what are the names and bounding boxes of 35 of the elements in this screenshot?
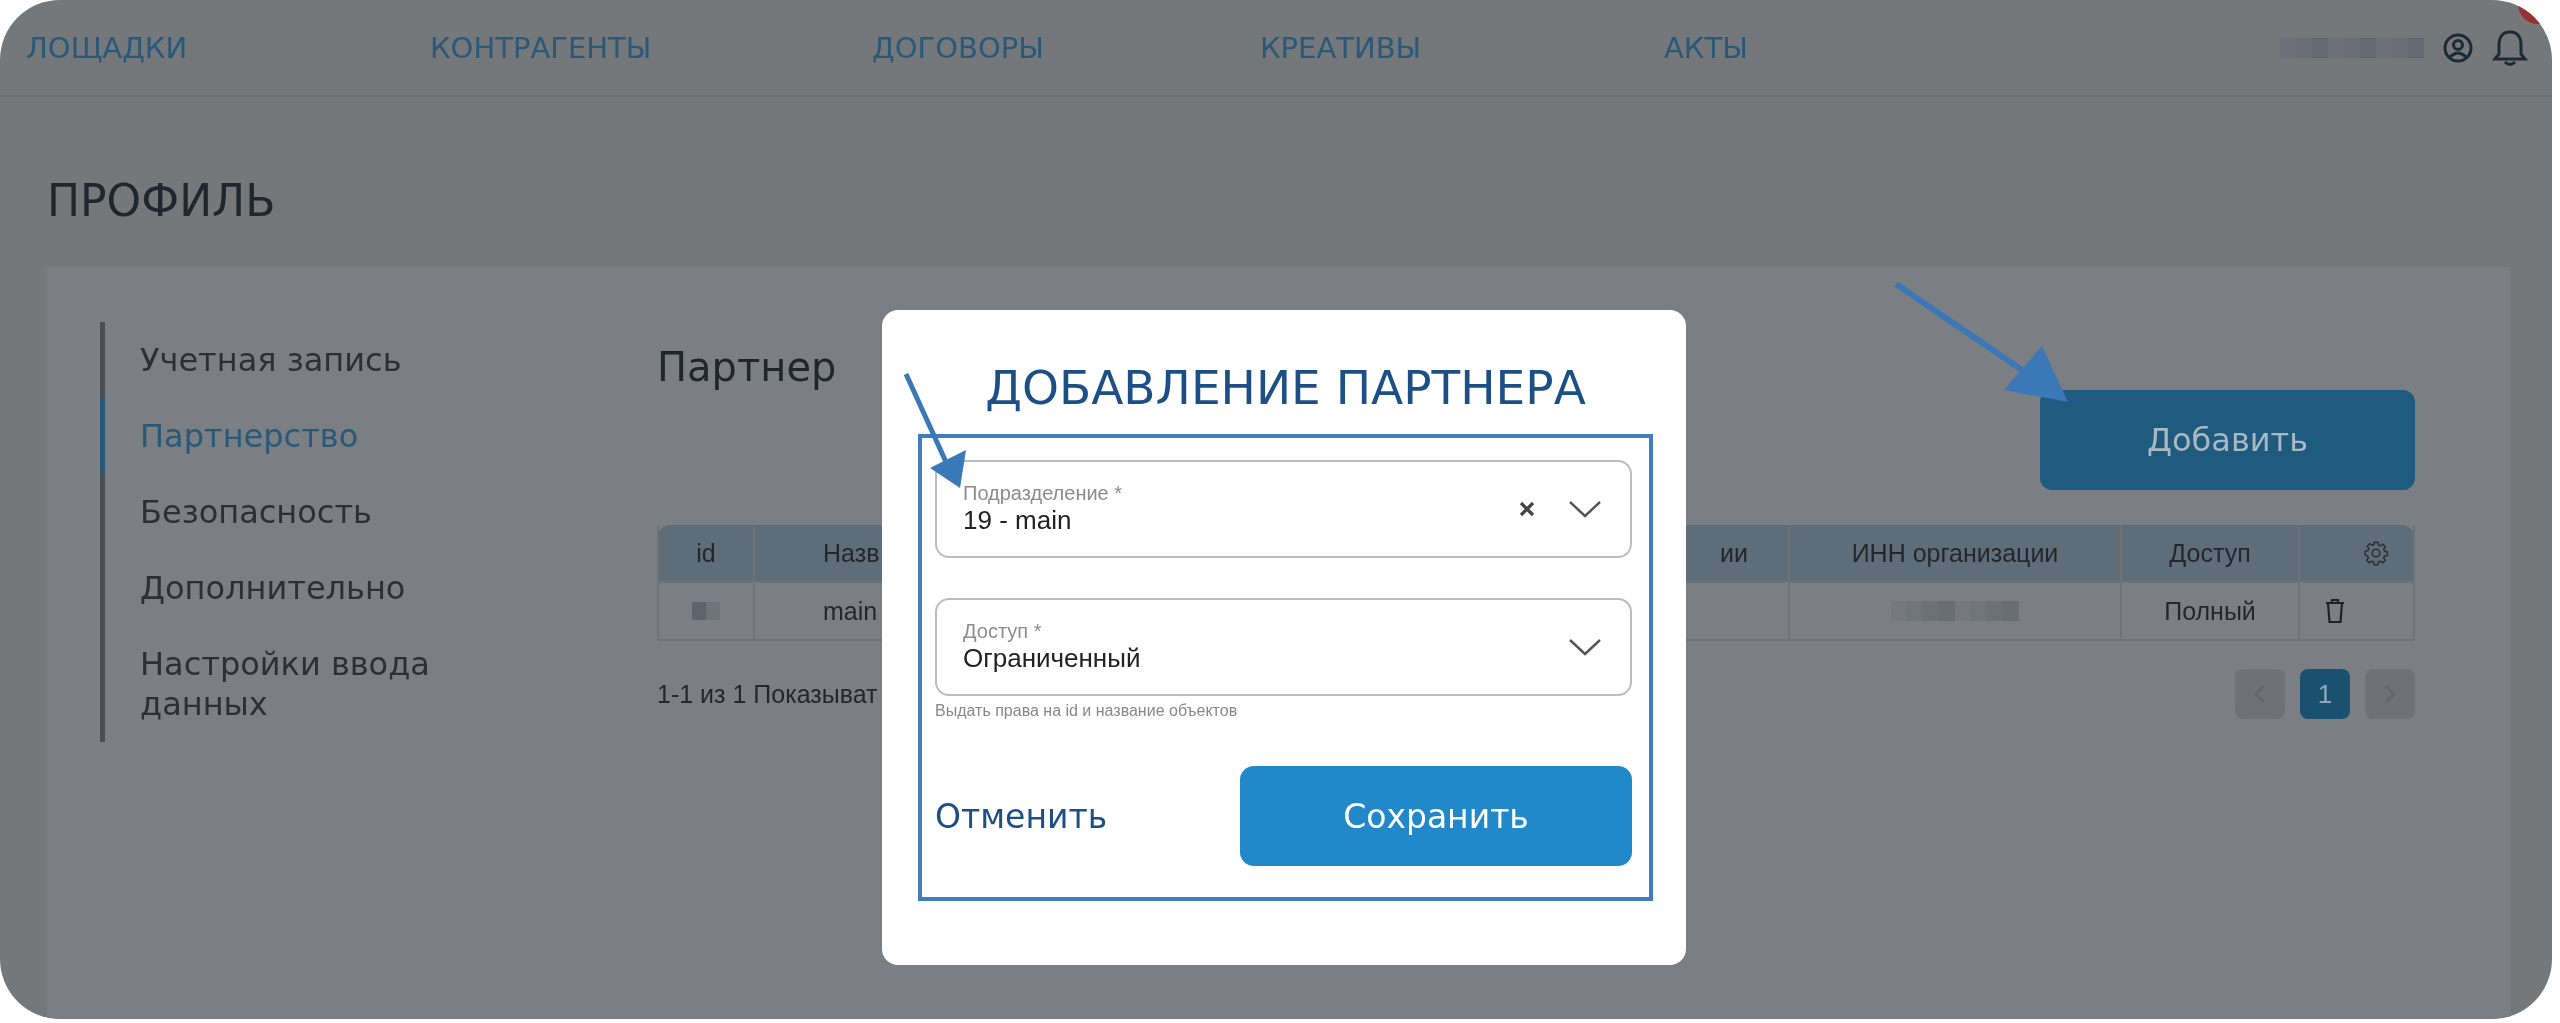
section-title: Партнер — [657, 344, 837, 390]
add-button[interactable]: Добавить — [2040, 390, 2415, 490]
sidebar-item[interactable]: Партнерство — [100, 398, 540, 474]
clear-icon[interactable] — [1518, 500, 1536, 518]
field-label: Доступ * — [963, 620, 1043, 643]
field-hint: Выдать права на id и название объектов — [935, 702, 1239, 720]
nav-link[interactable]: КРЕАТИВЫ — [1260, 30, 1664, 65]
nav-link[interactable]: ЛОЩАДКИ — [26, 30, 430, 65]
page-title: ПРОФИЛЬ — [46, 174, 277, 228]
sidebar-item[interactable]: Дополнительно — [100, 550, 540, 626]
field-value: Ограниченный — [963, 643, 1142, 674]
dialog-title: ДОБАВЛЕНИЕ ПАРТНЕРА — [984, 360, 1587, 416]
table-cell: Полный — [2122, 583, 2300, 641]
sidebar-item[interactable]: Настройки ввода данных — [100, 626, 540, 742]
settings-icon[interactable] — [2363, 540, 2389, 566]
nav-link[interactable]: ДОГОВОРЫ — [872, 30, 1260, 65]
chevron-down-icon[interactable] — [1568, 499, 1602, 519]
nav-link[interactable]: АКТЫ — [1664, 30, 2068, 65]
column-header: Доступ — [2122, 525, 2300, 583]
save-button[interactable]: Сохранить — [1240, 766, 1632, 866]
chevron-down-icon[interactable] — [1568, 637, 1602, 657]
page-button[interactable]: 1 — [2300, 669, 2350, 719]
sidebar-item[interactable]: Безопасность — [100, 474, 540, 550]
column-header: id — [657, 525, 755, 583]
column-header: ИНН организации — [1790, 525, 2122, 583]
trash-icon[interactable] — [2324, 598, 2346, 624]
field-label: Подразделение * — [963, 482, 1124, 505]
sidebar-item[interactable]: Учетная запись — [100, 322, 540, 398]
pagination-summary: 1-1 из 1 Показыват — [657, 679, 878, 709]
select-field[interactable]: Доступ * Ограниченный — [935, 598, 1632, 696]
select-field[interactable]: Подразделение * 19 - main — [935, 460, 1632, 558]
cancel-button[interactable]: Отменить — [935, 796, 1108, 836]
nav-link[interactable]: КОНТРАГЕНТЫ — [430, 30, 872, 65]
redacted-id — [692, 602, 720, 620]
user-icon[interactable] — [2442, 31, 2474, 64]
